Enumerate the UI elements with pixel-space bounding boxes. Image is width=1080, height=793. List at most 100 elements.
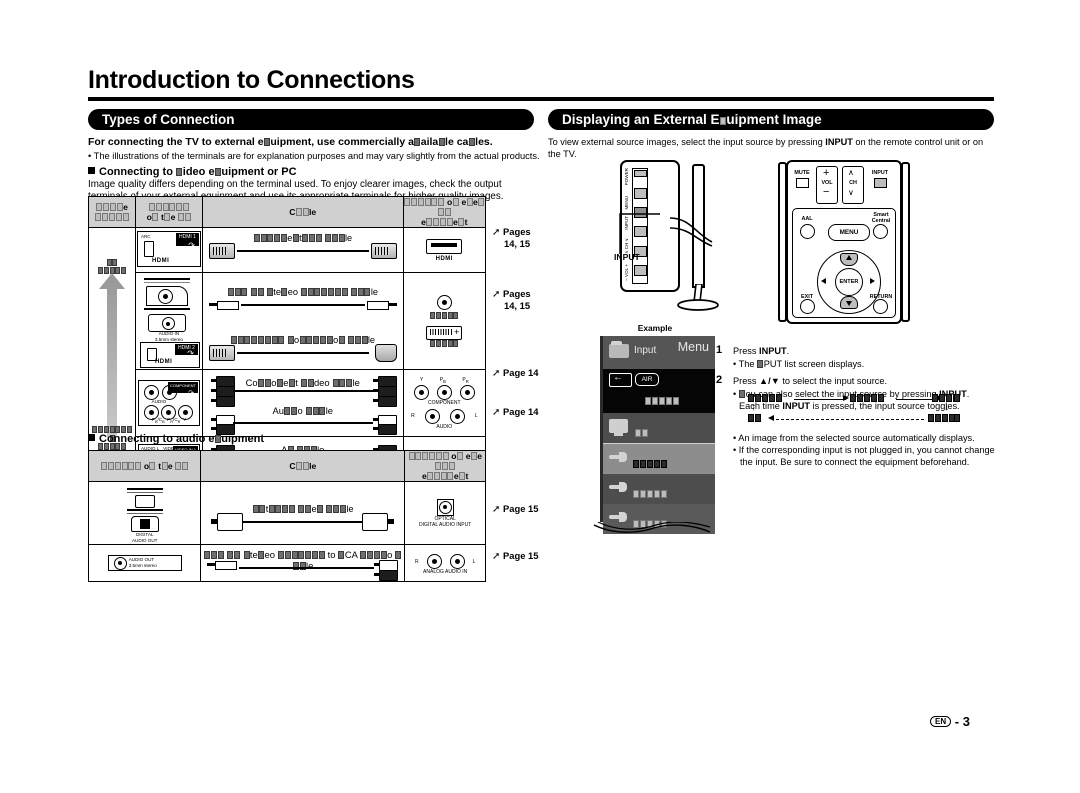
tv-input-callout-label: INPUT bbox=[614, 252, 640, 262]
remote-input-button[interactable] bbox=[874, 178, 887, 188]
toggle-node-2 bbox=[850, 394, 884, 403]
remote-menu-button[interactable]: MENU bbox=[828, 224, 870, 241]
step-2-number: 2 bbox=[716, 374, 723, 386]
table-row: COMPONENT ↷ AUDIO PB/CB PR/CR Y Co o e t de… bbox=[89, 369, 487, 437]
component-pin-labels: Y PB PR bbox=[419, 376, 469, 384]
remote-smart-central-button[interactable] bbox=[873, 224, 888, 239]
footer-page-number: 3 bbox=[962, 714, 970, 729]
menu-item-input-highlighted[interactable] bbox=[603, 443, 715, 475]
tv-icon bbox=[609, 419, 628, 436]
menu-input-title: Input bbox=[634, 345, 657, 356]
remote-smart-central-label: Smart Central bbox=[871, 212, 891, 224]
page-ref-av: ➚ Page 14 bbox=[492, 406, 539, 418]
menu-item-input-2[interactable] bbox=[603, 474, 715, 504]
trailing-bullet-2: • If the corresponding input is not plug… bbox=[733, 445, 995, 467]
audio-connector-icon bbox=[436, 294, 452, 310]
arc-label: ARC bbox=[140, 234, 151, 239]
rca-plug-right bbox=[372, 424, 397, 435]
menu-item-label bbox=[633, 454, 667, 472]
header-tv-terminals-audio: o te bbox=[87, 450, 202, 482]
page-title: Introduction to Connections bbox=[88, 66, 415, 94]
remote-channel-rocker[interactable]: ∧ CH ∨ bbox=[842, 166, 864, 204]
step-1-number: 1 bbox=[716, 344, 723, 356]
remote-volume-rocker[interactable]: + VOL − bbox=[816, 166, 838, 204]
hdmi-cable-illustration: et le bbox=[203, 233, 403, 263]
input-menu-screenshot: Example Input Menu AIR bbox=[592, 323, 718, 536]
hdmi-plug-left bbox=[208, 243, 235, 259]
tv-stand-svg bbox=[677, 283, 719, 311]
rca-plug-l bbox=[374, 560, 399, 571]
table-row: ARC HDMI 1 ↷ HDMI et le HDMI bbox=[88, 227, 487, 482]
rca-plug-left bbox=[210, 424, 235, 435]
remote-input-label: INPUT bbox=[871, 170, 889, 176]
header-cable-audio: Cle bbox=[200, 450, 406, 482]
audio-jack-icon bbox=[157, 289, 173, 304]
rgb-cable-illustration: oo le bbox=[203, 335, 403, 365]
remote-aal-button[interactable] bbox=[800, 224, 815, 239]
audio-in-label: AUDIO IN 3.5mm stereo bbox=[154, 331, 183, 342]
hdmi-ext-label: HDMI bbox=[435, 255, 453, 262]
page-ref-optical: ➚ Page 15 bbox=[492, 503, 539, 515]
remote-mute-button[interactable] bbox=[796, 178, 809, 188]
hdmi2-terminal-icon: HDMI 2 ↷ HDMI bbox=[139, 342, 200, 368]
rca-plug-left bbox=[210, 396, 235, 407]
page-ref-analog: ➚ Page 15 bbox=[492, 550, 539, 562]
remote-direction-pad[interactable]: ENTER bbox=[817, 250, 881, 314]
optical-cable-illustration: t e le bbox=[201, 504, 404, 534]
remote-body: MUTE + VOL − ∧ CH ∨ INPUT AAL MENU Smart… bbox=[786, 160, 902, 324]
rca-plug-left bbox=[210, 415, 235, 426]
rca-plug-r bbox=[374, 570, 399, 581]
toggle-up-arrow: ↑ bbox=[751, 402, 756, 413]
hdmi-arrow-icon: ↷ bbox=[188, 241, 195, 250]
arrow-icon: ➚ bbox=[492, 551, 501, 562]
cable-audio-rgb: te eo le oo le bbox=[201, 272, 404, 370]
remote-return-button[interactable] bbox=[873, 299, 888, 314]
rca-plug-right bbox=[372, 396, 397, 407]
optical-plug-left bbox=[211, 513, 244, 531]
page-ref-component: ➚ Page 14 bbox=[492, 367, 539, 379]
trailing-bullet-1: • An image from the selected source auto… bbox=[733, 433, 975, 443]
remote-right-button[interactable] bbox=[865, 274, 876, 288]
tv-power-button[interactable] bbox=[633, 170, 647, 177]
page-ref-audio-rgb: ➚ Pages 14, 15 bbox=[492, 288, 531, 311]
ext-terminal-optical: OPTICAL DIGITAL AUDIO INPUT bbox=[404, 481, 486, 545]
remote-enter-button[interactable]: ENTER bbox=[835, 268, 863, 296]
remote-left-button[interactable] bbox=[820, 274, 831, 288]
rca-plug-left bbox=[210, 386, 235, 397]
lead-text-value: For connecting the TV to external e uipme… bbox=[88, 136, 493, 148]
table-header-row: o te Cle o eeeet bbox=[87, 450, 486, 482]
remote-down-button[interactable] bbox=[840, 296, 858, 309]
hdmi-cable-label: et le bbox=[203, 233, 403, 243]
step-1-bullet: • The PUT list screen displays. bbox=[733, 359, 865, 369]
remote-control-illustration: MUTE + VOL − ∧ CH ∨ INPUT AAL MENU Smart… bbox=[778, 160, 910, 328]
example-label: Example bbox=[637, 323, 673, 333]
manual-page: Introduction to Connections Types of Con… bbox=[0, 0, 1080, 793]
component-pb-icon bbox=[436, 384, 452, 400]
tv-label-power: POWER bbox=[624, 168, 629, 186]
title-divider bbox=[88, 97, 994, 101]
folder-icon bbox=[609, 341, 629, 358]
external-image-intro: To view external source images, select t… bbox=[548, 136, 996, 160]
rgb-plug-right bbox=[374, 344, 397, 362]
cable-wire bbox=[236, 250, 369, 252]
tv-menu-button[interactable] bbox=[633, 188, 647, 199]
component-pr-icon bbox=[459, 384, 475, 400]
illustration-note: • The illustrations of the terminals are… bbox=[88, 151, 540, 161]
component-y-icon bbox=[413, 384, 429, 400]
analog-l-icon bbox=[449, 554, 465, 569]
remote-exit-button[interactable] bbox=[800, 299, 815, 314]
tv-vol-down-button[interactable] bbox=[633, 265, 647, 276]
step-1-text: Press INPUT. bbox=[733, 346, 790, 356]
rgb-cable-label: oo le bbox=[203, 335, 403, 345]
cable-wire bbox=[236, 352, 369, 354]
component-cable-illustration: Co o e t deo le bbox=[203, 375, 403, 407]
intro-text-a: To view external source images, select t… bbox=[548, 137, 826, 147]
page-footer: EN - 3 bbox=[930, 714, 970, 729]
tv-label-menu: MENU bbox=[624, 196, 629, 210]
menu-item-tv[interactable] bbox=[603, 413, 715, 443]
audio-l-icon bbox=[449, 408, 465, 424]
hdmi2-wordmark: HDMI bbox=[154, 359, 173, 365]
hdmi-wordmark: HDMI bbox=[151, 258, 170, 264]
torn-edge-decoration bbox=[593, 522, 711, 533]
menu-item-row-selected-source[interactable]: AIR bbox=[603, 369, 715, 413]
